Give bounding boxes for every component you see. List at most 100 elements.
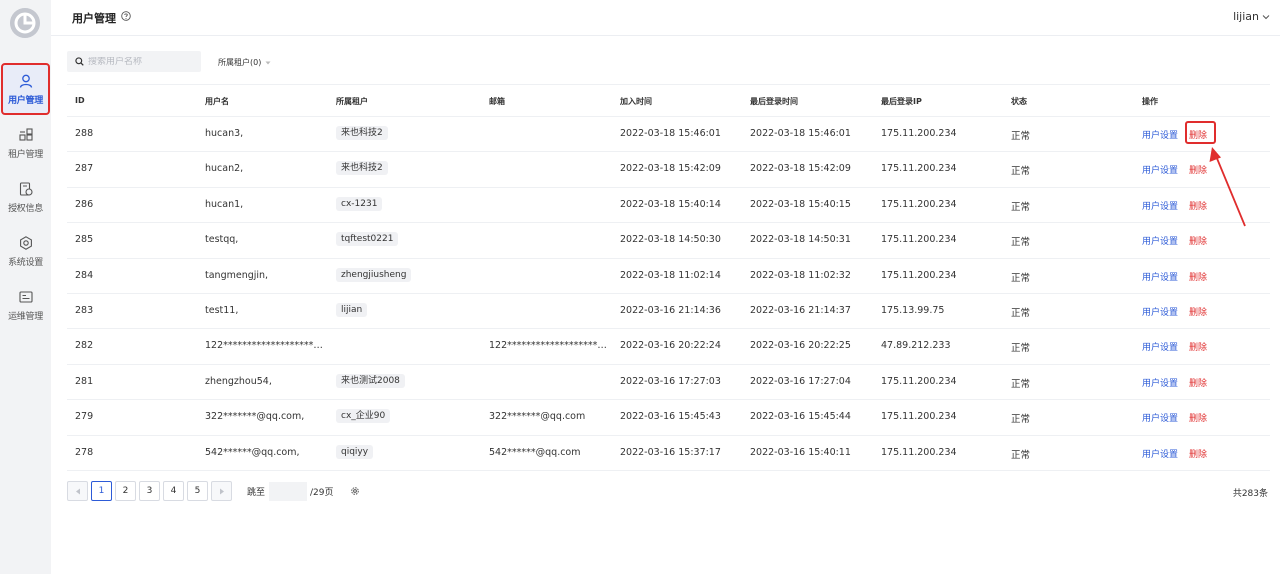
column-header: 最后登录时间 — [750, 97, 798, 106]
user-settings-link[interactable]: 用户设置 — [1142, 234, 1178, 247]
delete-link[interactable]: 删除 — [1189, 234, 1207, 247]
ip-cell: 175.11.200.234 — [881, 446, 957, 458]
status-cell: 正常 — [1011, 307, 1031, 319]
tenant-cell: 来也测试2008 — [336, 373, 405, 388]
tenant-cell: lijian — [336, 302, 368, 317]
sidebar-item-users[interactable]: 用户管理 — [1, 63, 50, 115]
gear-icon[interactable] — [350, 486, 360, 496]
app-logo[interactable] — [10, 8, 40, 38]
gear-icon — [19, 236, 32, 250]
delete-link[interactable]: 删除 — [1189, 411, 1207, 424]
joined-cell: 2022-03-16 20:22:24 — [620, 340, 721, 352]
username-cell: test11, — [205, 304, 239, 316]
column-header: 用户名 — [205, 97, 229, 106]
sidebar-item-license[interactable]: 授权信息 — [0, 172, 51, 224]
joined-cell: 2022-03-18 11:02:14 — [620, 269, 721, 281]
delete-link[interactable]: 删除 — [1189, 270, 1207, 283]
delete-link[interactable]: 删除 — [1189, 128, 1207, 141]
user-settings-link[interactable]: 用户设置 — [1142, 199, 1178, 212]
delete-link[interactable]: 删除 — [1189, 305, 1207, 318]
tenant-tag: cx_企业90 — [336, 409, 391, 424]
tenant-filter-label: 所属租户(0) — [218, 58, 262, 67]
delete-link[interactable]: 删除 — [1189, 376, 1207, 389]
sidebar-item-tenants[interactable]: 租户管理 — [0, 118, 51, 170]
joined-cell: 2022-03-16 17:27:03 — [620, 375, 721, 387]
user-settings-link[interactable]: 用户设置 — [1142, 270, 1178, 283]
username-cell: testqq, — [205, 234, 239, 246]
tenant-filter-dropdown[interactable]: 所属租户(0) — [218, 57, 271, 68]
sidebar-item-label: 运维管理 — [8, 312, 43, 322]
license-icon — [19, 182, 33, 196]
last-login-cell: 2022-03-18 15:42:09 — [750, 163, 851, 175]
sidebar-item-settings[interactable]: 系统设置 — [0, 226, 51, 278]
joined-cell: 2022-03-18 15:40:14 — [620, 198, 721, 210]
table-row: 287 hucan2, 来也科技2 2022-03-18 15:42:09 2022-0… — [67, 152, 1270, 188]
username-cell: hucan1, — [205, 198, 244, 210]
delete-link[interactable]: 删除 — [1189, 163, 1207, 176]
page-button-5[interactable]: 5 — [187, 481, 208, 501]
id-cell: 286 — [75, 198, 94, 210]
ops-icon — [18, 291, 33, 303]
jump-page-input[interactable] — [269, 481, 308, 501]
joined-cell: 2022-03-18 15:46:01 — [620, 128, 721, 139]
id-cell: 284 — [75, 269, 94, 281]
column-header: 操作 — [1142, 97, 1158, 106]
id-cell: 283 — [75, 304, 94, 316]
username-cell: tangmengjin, — [205, 269, 269, 281]
delete-link[interactable]: 删除 — [1189, 447, 1207, 460]
user-settings-link[interactable]: 用户设置 — [1142, 340, 1178, 353]
id-cell: 285 — [75, 234, 94, 246]
user-settings-link[interactable]: 用户设置 — [1142, 128, 1178, 141]
chevron-right-icon — [219, 488, 224, 494]
jump-label: 跳至 — [247, 487, 266, 498]
column-header: ID — [75, 96, 85, 105]
user-settings-link[interactable]: 用户设置 — [1142, 163, 1178, 176]
ip-cell: 175.11.200.234 — [881, 128, 957, 139]
chevron-left-icon — [75, 488, 80, 494]
search-input[interactable] — [88, 56, 198, 67]
id-cell: 281 — [75, 375, 94, 387]
tenant-cell: qiqiyy — [336, 444, 374, 459]
user-menu[interactable]: lijian — [1233, 10, 1270, 23]
page-button-3[interactable]: 3 — [139, 481, 160, 501]
email-cell: 542******@qq.com — [489, 446, 581, 458]
last-login-cell: 2022-03-18 15:40:15 — [750, 198, 851, 210]
page-button-2[interactable]: 2 — [115, 481, 136, 501]
tenant-tag: 来也科技2 — [336, 161, 388, 176]
user-settings-link[interactable]: 用户设置 — [1142, 447, 1178, 460]
chevron-down-icon — [1262, 14, 1270, 19]
tenant-cell: cx-1231 — [336, 196, 383, 211]
ip-cell: 175.11.200.234 — [881, 198, 957, 210]
status-cell: 正常 — [1011, 272, 1031, 284]
ip-cell: 175.11.200.234 — [881, 375, 957, 387]
help-icon[interactable] — [121, 11, 131, 21]
user-settings-link[interactable]: 用户设置 — [1142, 411, 1178, 424]
user-settings-link[interactable]: 用户设置 — [1142, 376, 1178, 389]
status-cell: 正常 — [1011, 131, 1031, 142]
table-row: 286 hucan1, cx-1231 2022-03-18 15:40:14 2022… — [67, 188, 1270, 224]
total-count: 共283条 — [1232, 489, 1268, 499]
delete-link[interactable]: 删除 — [1189, 199, 1207, 212]
page-button-4[interactable]: 4 — [163, 481, 184, 501]
next-page-button[interactable] — [211, 481, 232, 501]
username-label: lijian — [1233, 10, 1259, 23]
table-row: 285 testqq, tqftest0221 2022-03-18 14:50:30… — [67, 223, 1270, 259]
username-cell: hucan2, — [205, 163, 244, 175]
status-cell: 正常 — [1011, 343, 1031, 355]
ip-cell: 47.89.212.233 — [881, 340, 951, 352]
status-cell: 正常 — [1011, 201, 1031, 213]
page-button-1[interactable]: 1 — [91, 481, 112, 501]
users-table: ID 用户名 所属租户 邮箱 加入时间 最后登录时间 最后登录IP 状态 操作 288 hucan… — [67, 84, 1270, 471]
delete-link[interactable]: 删除 — [1189, 340, 1207, 353]
sidebar-item-ops[interactable]: 运维管理 — [0, 280, 51, 332]
user-settings-link[interactable]: 用户设置 — [1142, 305, 1178, 318]
tenant-tag: cx-1231 — [336, 196, 383, 211]
table-row: 282 122*********************... 122*******… — [67, 329, 1270, 365]
tenant-tag: lijian — [336, 302, 368, 317]
tenant-cell: tqftest0221 — [336, 232, 399, 247]
id-cell: 278 — [75, 446, 94, 458]
table-row: 288 hucan3, 来也科技2 2022-03-18 15:46:01 2022-0… — [67, 117, 1270, 153]
prev-page-button[interactable] — [67, 481, 88, 501]
sidebar-item-label: 租户管理 — [8, 150, 43, 160]
last-login-cell: 2022-03-18 15:46:01 — [750, 128, 851, 139]
